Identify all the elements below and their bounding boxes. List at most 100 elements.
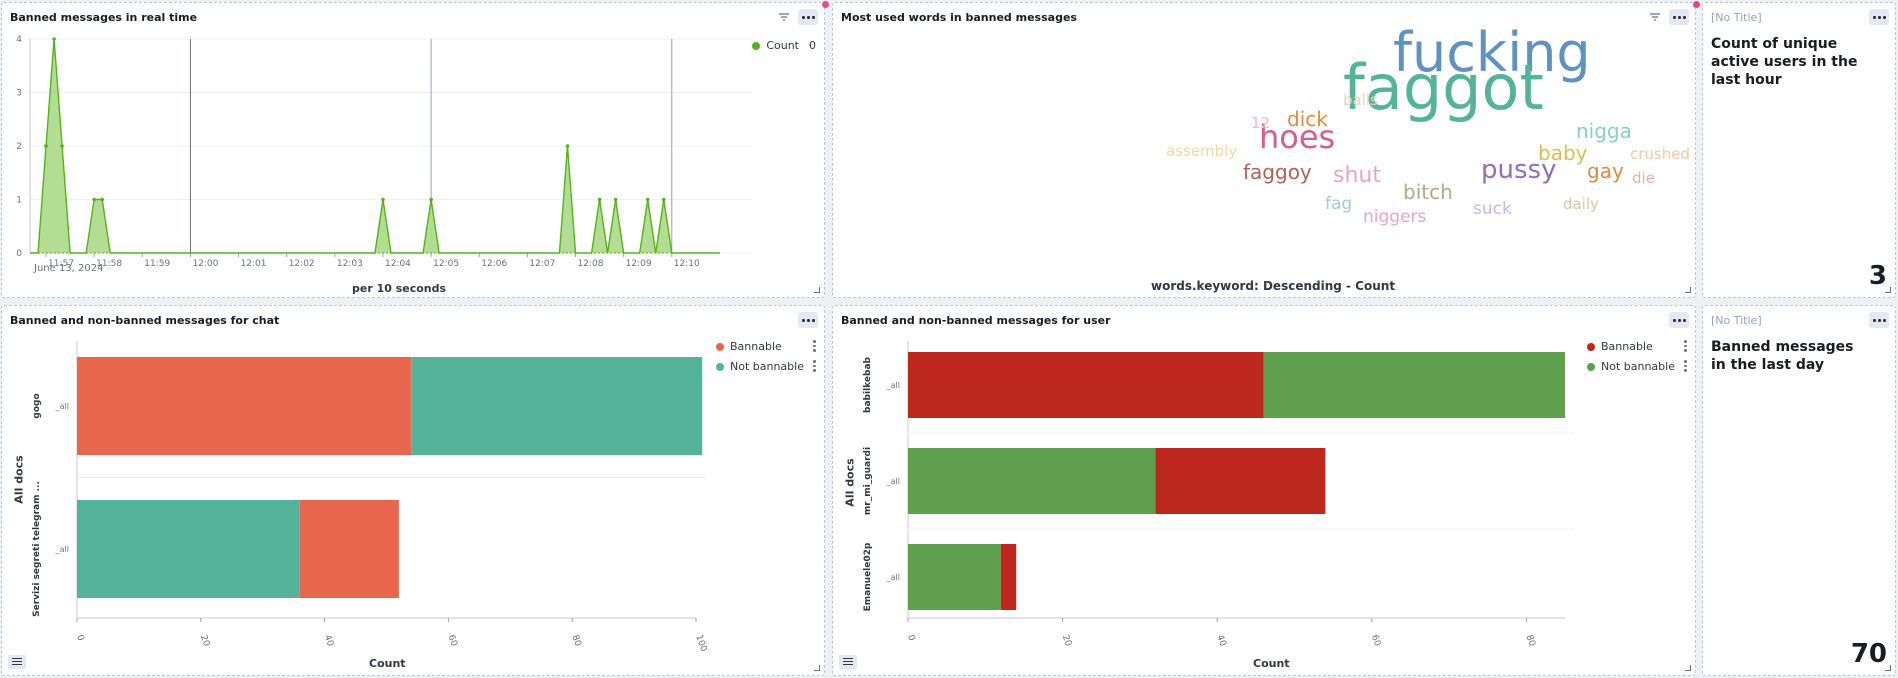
- x-tick-label: 40: [1214, 634, 1227, 648]
- panel-user: Banned and non-banned messages for user …: [832, 305, 1696, 676]
- legend-label: Not bannable: [1601, 360, 1675, 373]
- word-cloud-word[interactable]: niggers: [1363, 209, 1426, 226]
- x-tick-label: 80: [569, 634, 582, 648]
- word-cloud-word[interactable]: faggoy: [1243, 162, 1312, 182]
- x-tick-label: 12:02: [289, 259, 315, 269]
- legend-options-icon[interactable]: [1680, 340, 1690, 353]
- word-cloud-word[interactable]: gay: [1587, 161, 1624, 181]
- x-tick-label: 12:05: [433, 259, 459, 269]
- metric-label: Banned messages in the last day: [1711, 339, 1854, 373]
- x-tick-label: 12:01: [241, 259, 267, 269]
- date-label: June 13, 2024: [34, 263, 104, 274]
- x-tick-label: 12:06: [481, 259, 507, 269]
- data-point: [381, 197, 385, 202]
- word-cloud-word[interactable]: balls: [1343, 93, 1378, 108]
- x-axis-title: Count: [1253, 657, 1290, 670]
- x-tick-label: 80: [1524, 634, 1537, 648]
- legend-item-bannable[interactable]: Bannable: [716, 340, 782, 353]
- panel-title: [No Title]: [1711, 314, 1762, 327]
- legend-item-bannable[interactable]: Bannable: [1587, 340, 1653, 353]
- legend-options-icon[interactable]: [809, 340, 819, 353]
- data-point: [52, 37, 56, 41]
- y-sub-label: _all: [55, 402, 69, 411]
- word-cloud-word[interactable]: assembly: [1166, 144, 1237, 159]
- y-category-label: Servizi segreti telegram ...: [32, 481, 42, 617]
- resize-handle[interactable]: [1685, 287, 1691, 293]
- x-tick-label: 60: [446, 634, 459, 648]
- legend-label: Not bannable: [730, 360, 804, 373]
- bar-segment: [908, 544, 1001, 610]
- y-tick-label: 3: [16, 89, 22, 99]
- data-point: [645, 197, 650, 202]
- data-point: [60, 144, 64, 148]
- word-cloud-word[interactable]: shut: [1333, 165, 1381, 187]
- word-cloud-word[interactable]: suck: [1473, 201, 1512, 218]
- word-cloud: fucking faggot hoes pussy nigga baby gay dick fa…: [833, 3, 1695, 297]
- x-tick-label: 60: [1369, 634, 1382, 648]
- x-tick-label: 20: [1060, 634, 1073, 648]
- legend-color-dot: [716, 362, 724, 371]
- x-tick-label: 40: [322, 634, 335, 648]
- x-tick-label: 12:08: [578, 259, 604, 269]
- metric-label: Count of unique active users in the last…: [1711, 36, 1858, 88]
- y-sub-label: _all: [886, 573, 900, 582]
- drag-indicator: [1693, 1, 1700, 8]
- bar-segment: [411, 357, 703, 455]
- resize-handle[interactable]: [1685, 665, 1691, 671]
- resize-handle[interactable]: [1885, 287, 1891, 293]
- word-cloud-word[interactable]: nigga: [1576, 121, 1632, 141]
- user-bar-chart: 0 20 40 60 80 _all babilkebab _all mr_mi_guardi _…: [863, 341, 1575, 648]
- panel-words: Most used words in banned messages fucki…: [832, 2, 1696, 298]
- x-tick-label: 12:09: [626, 259, 652, 269]
- bar-segment: [1000, 544, 1017, 610]
- x-tick-label: 20: [198, 634, 211, 648]
- bar-segment: [77, 357, 412, 455]
- word-cloud-word[interactable]: bitch: [1403, 182, 1453, 202]
- word-cloud-word[interactable]: fag: [1325, 196, 1352, 213]
- x-tick-label: 12:10: [674, 259, 700, 269]
- resize-handle[interactable]: [1885, 665, 1891, 671]
- data-point: [597, 197, 602, 202]
- legend-label: Bannable: [1601, 340, 1653, 353]
- legend-options-icon[interactable]: [809, 360, 819, 373]
- resize-handle[interactable]: [814, 665, 820, 671]
- y-tick-label: 0: [16, 249, 22, 259]
- word-cloud-word[interactable]: die: [1632, 171, 1655, 186]
- word-cloud-word[interactable]: 12: [1251, 116, 1270, 131]
- word-cloud-axis-title: words.keyword: Descending - Count: [1151, 279, 1396, 293]
- bar-segment: [77, 500, 300, 598]
- data-point: [565, 144, 570, 148]
- x-tick-label: 11:59: [144, 259, 170, 269]
- word-cloud-word[interactable]: dick: [1287, 109, 1328, 129]
- panel-options-button[interactable]: [1869, 312, 1889, 328]
- data-point: [100, 197, 104, 202]
- y-sub-label: _all: [886, 477, 900, 486]
- panel-title: [No Title]: [1711, 11, 1762, 24]
- bar-segment: [1155, 448, 1326, 514]
- legend-toggle-button[interactable]: [8, 655, 26, 669]
- y-tick-label: 4: [16, 35, 22, 45]
- data-point: [92, 197, 96, 202]
- legend-options-icon[interactable]: [1680, 360, 1690, 373]
- metric-value: 70: [1850, 639, 1887, 669]
- panel-unique-users: [No Title] Count of unique active users …: [1702, 2, 1896, 298]
- legend-item-not-bannable[interactable]: Not bannable: [716, 360, 804, 373]
- x-tick-label: 12:00: [192, 259, 218, 269]
- y-category-label: babilkebab: [863, 356, 873, 412]
- word-cloud-word[interactable]: crushed: [1630, 147, 1690, 162]
- y-sub-label: _all: [886, 381, 900, 390]
- word-cloud-word[interactable]: daily: [1563, 197, 1599, 212]
- data-point: [613, 197, 618, 202]
- panel-options-button[interactable]: [1869, 9, 1889, 25]
- legend-color-dot: [1587, 342, 1595, 351]
- x-tick-label: 100: [693, 634, 708, 654]
- x-tick-label: 12:03: [337, 259, 363, 269]
- resize-handle[interactable]: [814, 287, 820, 293]
- legend-toggle-button[interactable]: [839, 655, 857, 669]
- legend-item-not-bannable[interactable]: Not bannable: [1587, 360, 1675, 373]
- chat-bar-chart: 0 20 40 60 80 100 _all gogo _all Servizi segreti …: [32, 341, 709, 654]
- word-cloud-word[interactable]: faggot: [1343, 57, 1544, 119]
- word-cloud-word[interactable]: baby: [1538, 143, 1587, 163]
- bar-segment: [908, 352, 1264, 418]
- bar-segment: [299, 500, 399, 598]
